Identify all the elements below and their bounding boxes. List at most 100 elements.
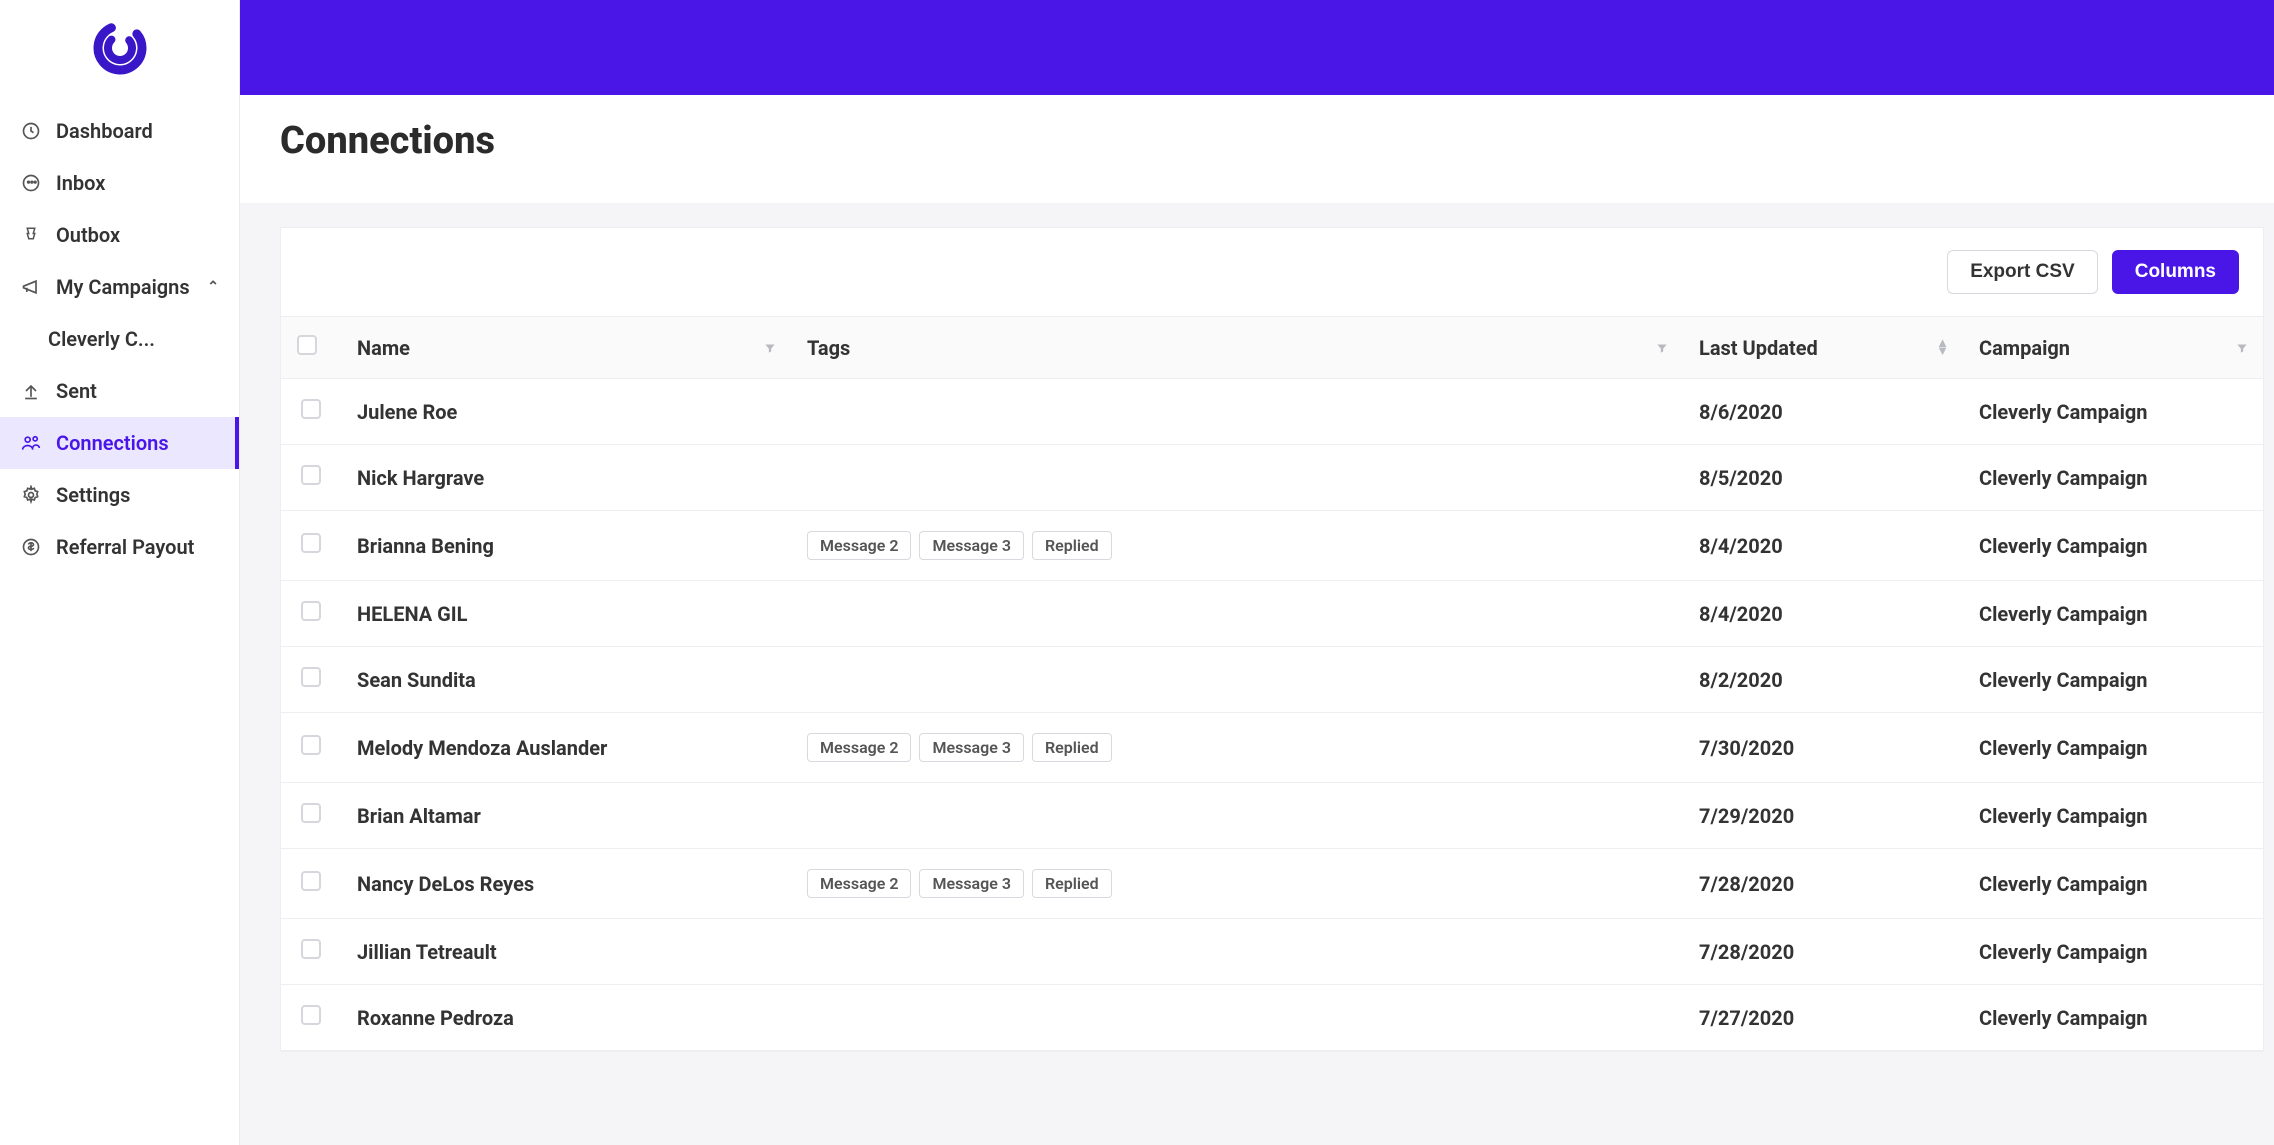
row-tags bbox=[791, 985, 1683, 1051]
sidebar-item-label: Settings bbox=[56, 483, 130, 507]
campaigns-icon bbox=[20, 276, 42, 298]
sidebar-item-connections[interactable]: Connections bbox=[0, 417, 239, 469]
columns-button[interactable]: Columns bbox=[2112, 250, 2239, 294]
payout-icon bbox=[20, 536, 42, 558]
row-checkbox[interactable] bbox=[301, 399, 321, 419]
row-name: Roxanne Pedroza bbox=[341, 985, 791, 1051]
row-last-updated: 8/4/2020 bbox=[1683, 511, 1963, 581]
row-checkbox-cell bbox=[281, 581, 341, 647]
row-name: Jillian Tetreault bbox=[341, 919, 791, 985]
row-tags bbox=[791, 919, 1683, 985]
row-last-updated: 7/27/2020 bbox=[1683, 985, 1963, 1051]
col-header-tags[interactable]: Tags bbox=[791, 317, 1683, 379]
row-campaign: Cleverly Campaign bbox=[1963, 511, 2263, 581]
dashboard-icon bbox=[20, 120, 42, 142]
sidebar-item-payout[interactable]: Referral Payout bbox=[0, 521, 239, 573]
table-row[interactable]: Nick Hargrave 8/5/2020Cleverly Campaign bbox=[281, 445, 2263, 511]
app-logo[interactable] bbox=[0, 0, 239, 95]
table-row[interactable]: Julene Roe8/6/2020Cleverly Campaign bbox=[281, 379, 2263, 445]
row-name: HELENA GIL bbox=[341, 581, 791, 647]
row-checkbox-cell bbox=[281, 647, 341, 713]
row-tags bbox=[791, 647, 1683, 713]
row-checkbox[interactable] bbox=[301, 803, 321, 823]
filter-icon[interactable] bbox=[1655, 341, 1669, 355]
row-checkbox[interactable] bbox=[301, 667, 321, 687]
row-campaign: Cleverly Campaign bbox=[1963, 849, 2263, 919]
table-row[interactable]: Brian Altamar7/29/2020Cleverly Campaign bbox=[281, 783, 2263, 849]
row-checkbox[interactable] bbox=[301, 735, 321, 755]
nav: Dashboard Inbox Outbox My Campaigns ⌃ Cl… bbox=[0, 95, 239, 573]
tag[interactable]: Message 2 bbox=[807, 531, 911, 560]
sidebar-item-sent[interactable]: Sent bbox=[0, 365, 239, 417]
row-checkbox-cell bbox=[281, 985, 341, 1051]
row-checkbox[interactable] bbox=[301, 533, 321, 553]
col-header-name[interactable]: Name bbox=[341, 317, 791, 379]
row-last-updated: 8/4/2020 bbox=[1683, 581, 1963, 647]
sidebar-item-outbox[interactable]: Outbox bbox=[0, 209, 239, 261]
row-checkbox[interactable] bbox=[301, 465, 321, 485]
table-row[interactable]: Sean Sundita8/2/2020Cleverly Campaign bbox=[281, 647, 2263, 713]
page-header: Connections bbox=[240, 95, 2274, 203]
row-checkbox[interactable] bbox=[301, 1005, 321, 1025]
row-checkbox-cell bbox=[281, 849, 341, 919]
row-campaign: Cleverly Campaign bbox=[1963, 985, 2263, 1051]
chevron-up-icon: ⌃ bbox=[207, 279, 219, 295]
outbox-icon bbox=[20, 224, 42, 246]
tag[interactable]: Message 2 bbox=[807, 869, 911, 898]
row-name: Nick Hargrave bbox=[341, 445, 791, 511]
tag[interactable]: Message 3 bbox=[919, 531, 1023, 560]
filter-icon[interactable] bbox=[2235, 341, 2249, 355]
row-checkbox[interactable] bbox=[301, 601, 321, 621]
sidebar-item-dashboard[interactable]: Dashboard bbox=[0, 105, 239, 157]
table-row[interactable]: Brianna BeningMessage 2Message 3Replied8… bbox=[281, 511, 2263, 581]
tag[interactable]: Replied bbox=[1032, 869, 1112, 898]
row-last-updated: 8/5/2020 bbox=[1683, 445, 1963, 511]
col-header-campaign[interactable]: Campaign bbox=[1963, 317, 2263, 379]
row-name: Sean Sundita bbox=[341, 647, 791, 713]
row-checkbox-cell bbox=[281, 379, 341, 445]
sidebar-item-inbox[interactable]: Inbox bbox=[0, 157, 239, 209]
row-campaign: Cleverly Campaign bbox=[1963, 445, 2263, 511]
sidebar-item-label: Outbox bbox=[56, 223, 120, 247]
row-checkbox-cell bbox=[281, 713, 341, 783]
row-campaign: Cleverly Campaign bbox=[1963, 713, 2263, 783]
row-tags: Message 2 Message 3 Replied bbox=[791, 713, 1683, 783]
table-row[interactable]: HELENA GIL8/4/2020Cleverly Campaign bbox=[281, 581, 2263, 647]
row-tags bbox=[791, 379, 1683, 445]
row-campaign: Cleverly Campaign bbox=[1963, 783, 2263, 849]
main: Connections Export CSV Columns Name bbox=[240, 0, 2274, 1145]
topbar bbox=[240, 0, 2274, 95]
filter-icon[interactable] bbox=[763, 341, 777, 355]
row-name: Julene Roe bbox=[341, 379, 791, 445]
tag[interactable]: Message 3 bbox=[919, 869, 1023, 898]
card-toolbar: Export CSV Columns bbox=[281, 228, 2263, 316]
row-checkbox-cell bbox=[281, 783, 341, 849]
tag[interactable]: Message 3 bbox=[919, 733, 1023, 762]
tag[interactable]: Replied bbox=[1032, 733, 1112, 762]
row-checkbox[interactable] bbox=[301, 871, 321, 891]
row-last-updated: 8/2/2020 bbox=[1683, 647, 1963, 713]
sidebar-item-settings[interactable]: Settings bbox=[0, 469, 239, 521]
tag[interactable]: Message 2 bbox=[807, 733, 911, 762]
table-row[interactable]: Melody Mendoza AuslanderMessage 2Message… bbox=[281, 713, 2263, 783]
connections-icon bbox=[20, 432, 42, 454]
sidebar: Dashboard Inbox Outbox My Campaigns ⌃ Cl… bbox=[0, 0, 240, 1145]
sidebar-item-campaigns[interactable]: My Campaigns ⌃ bbox=[0, 261, 239, 313]
settings-icon bbox=[20, 484, 42, 506]
sidebar-subitem-campaign[interactable]: Cleverly C... bbox=[0, 313, 239, 365]
tag[interactable]: Replied bbox=[1032, 531, 1112, 560]
col-header-updated[interactable]: Last Updated ▲▼ bbox=[1683, 317, 1963, 379]
row-last-updated: 7/28/2020 bbox=[1683, 919, 1963, 985]
table-row[interactable]: Nancy DeLos Reyes Message 2 Message 3 Repli… bbox=[281, 849, 2263, 919]
row-checkbox[interactable] bbox=[301, 939, 321, 959]
table-row[interactable]: Roxanne Pedroza 7/27/2020Cleverly Campaig… bbox=[281, 985, 2263, 1051]
sort-icon[interactable]: ▲▼ bbox=[1936, 340, 1949, 356]
col-header-checkbox bbox=[281, 317, 341, 379]
row-tags: Message 2 Message 3 Replied bbox=[791, 849, 1683, 919]
select-all-checkbox[interactable] bbox=[297, 335, 317, 355]
row-tags: Message 2 Message 3 Replied bbox=[791, 511, 1683, 581]
inbox-icon bbox=[20, 172, 42, 194]
table-row[interactable]: Jillian Tetreault7/28/2020Cleverly Campa… bbox=[281, 919, 2263, 985]
export-csv-button[interactable]: Export CSV bbox=[1947, 250, 2098, 294]
row-name: Nancy DeLos Reyes bbox=[341, 849, 791, 919]
